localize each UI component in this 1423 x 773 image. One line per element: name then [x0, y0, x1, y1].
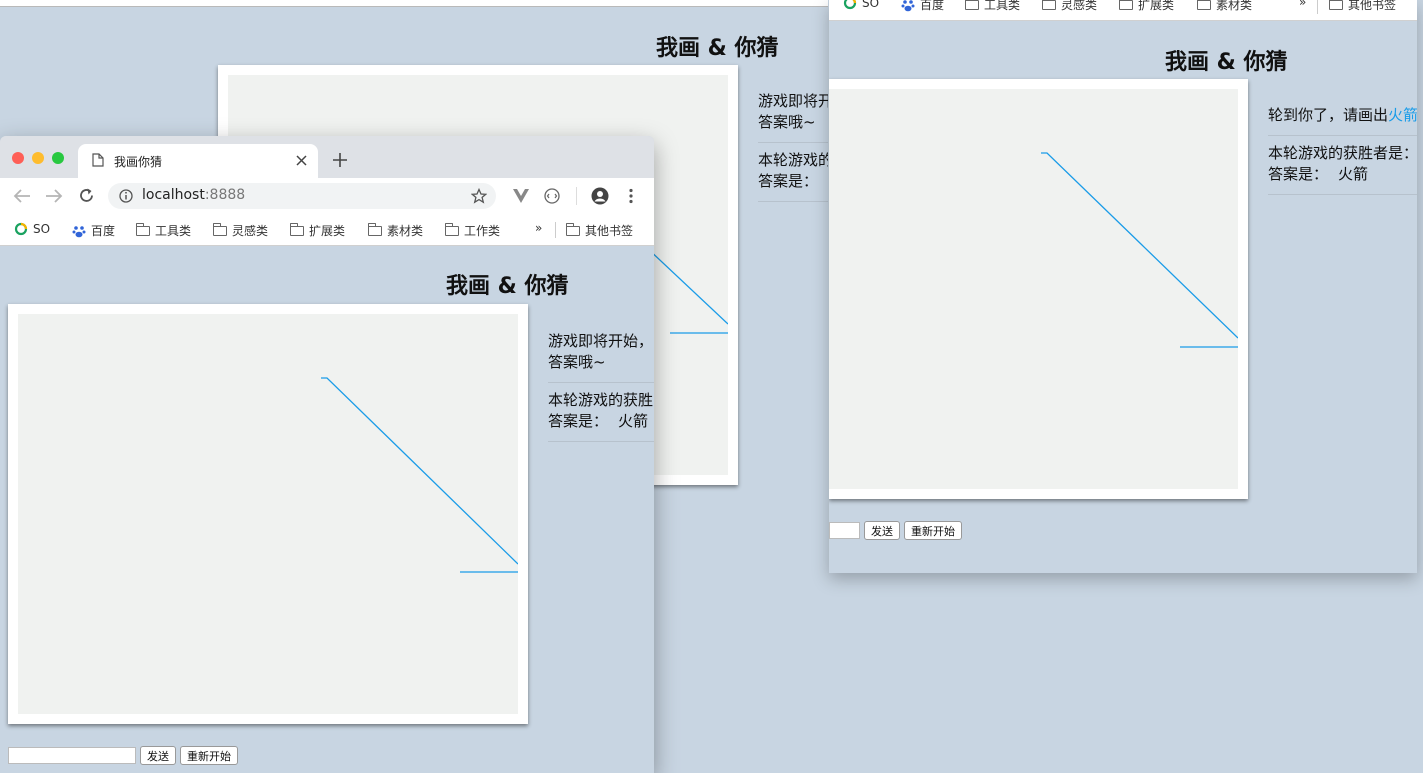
- baidu-paw-icon: [72, 225, 86, 237]
- folder-icon: [1329, 0, 1343, 10]
- answer-value: 火箭: [618, 412, 649, 430]
- forward-arrow-icon[interactable]: [45, 188, 63, 204]
- right-bookmarks-bar: SO 百度 工具类 灵感类 扩展类 素材类 » 其他书签: [829, 0, 1417, 21]
- folder-icon: [1119, 0, 1133, 10]
- canvas-surface[interactable]: [18, 314, 518, 714]
- right-restart-button[interactable]: 重新开始: [904, 521, 962, 540]
- right-message-list: 轮到你了，请画出火箭 本轮游戏的获胜者是： 答案是： 火箭: [1268, 98, 1417, 195]
- guess-controls: 发送 重新开始: [8, 746, 238, 765]
- bookmark-baidu[interactable]: 百度: [72, 222, 115, 239]
- toolbar-divider: [576, 187, 577, 205]
- folder-icon: [136, 222, 150, 236]
- right-bookmark-tools[interactable]: 工具类: [965, 0, 1020, 13]
- bookmarks-bar: SO 百度 工具类 灵感类 扩展类 素材类 工作类 » 其他书签: [0, 214, 654, 246]
- right-drawn-stroke: [1041, 152, 1238, 339]
- folder-icon: [445, 222, 459, 236]
- folder-icon: [213, 222, 227, 236]
- folder-icon: [290, 222, 304, 236]
- back-message-item: 本轮游戏的 答案是：: [758, 143, 828, 202]
- star-icon[interactable]: [471, 188, 487, 204]
- right-send-button[interactable]: 发送: [864, 521, 900, 540]
- browser-toolbar: localhost:8888: [0, 178, 654, 214]
- close-tab-icon[interactable]: [296, 155, 307, 166]
- drawn-stroke: [321, 377, 518, 565]
- restart-button[interactable]: 重新开始: [180, 746, 238, 765]
- right-controls: 发送 重新开始: [829, 521, 962, 540]
- right-bookmark-extensions[interactable]: 扩展类: [1119, 0, 1174, 13]
- menu-kebab-icon[interactable]: [629, 188, 633, 204]
- back-game-title: 我画 & 你猜: [656, 36, 779, 61]
- folder-icon: [965, 0, 979, 10]
- right-message-item: 本轮游戏的获胜者是： 答案是： 火箭: [1268, 136, 1417, 195]
- bookmark-materials[interactable]: 素材类: [368, 222, 423, 239]
- right-bookmarks-overflow-button[interactable]: »: [1299, 0, 1306, 9]
- right-bookmark-baidu[interactable]: 百度: [901, 0, 944, 13]
- new-tab-icon[interactable]: [333, 153, 347, 167]
- so-icon: [843, 0, 857, 10]
- bookmarks-divider: [555, 222, 556, 238]
- game-title: 我画 & 你猜: [446, 274, 569, 299]
- front-browser-window: 我画你猜 localhost:8888 SO 百度 工具类 灵感类 扩展类 素材…: [0, 136, 654, 773]
- tab-strip: 我画你猜: [0, 136, 654, 178]
- right-game-title: 我画 & 你猜: [1165, 50, 1288, 75]
- bookmark-other[interactable]: 其他书签: [566, 222, 633, 239]
- prompt-word: 火箭: [1388, 106, 1417, 124]
- profile-avatar-icon[interactable]: [591, 187, 609, 205]
- right-guess-input[interactable]: [829, 522, 860, 539]
- address-bar[interactable]: localhost:8888: [108, 183, 496, 209]
- right-canvas-surface[interactable]: [829, 89, 1238, 489]
- message-list: 游戏即将开始， 答案哦~ 本轮游戏的获胜 答案是： 火箭: [548, 324, 654, 442]
- extension-icon[interactable]: [544, 188, 560, 204]
- back-message-list: 游戏即将开 答案哦~ 本轮游戏的 答案是：: [758, 84, 828, 202]
- message-item: 本轮游戏的获胜 答案是： 火箭: [548, 383, 654, 442]
- info-icon: [119, 189, 133, 203]
- back-message-item: 游戏即将开 答案哦~: [758, 84, 828, 143]
- answer-value: 火箭: [1338, 165, 1369, 183]
- baidu-paw-icon: [901, 0, 915, 11]
- right-bookmark-materials[interactable]: 素材类: [1197, 0, 1252, 13]
- so-icon: [14, 222, 28, 236]
- message-item: 游戏即将开始， 答案哦~: [548, 324, 654, 383]
- bookmark-extensions[interactable]: 扩展类: [290, 222, 345, 239]
- right-bookmark-so[interactable]: SO: [843, 0, 879, 10]
- folder-icon: [368, 222, 382, 236]
- right-bookmark-other[interactable]: 其他书签: [1329, 0, 1396, 13]
- bookmarks-overflow-button[interactable]: »: [535, 221, 542, 235]
- bookmark-work[interactable]: 工作类: [445, 222, 500, 239]
- maximize-window-button[interactable]: [52, 152, 64, 164]
- close-window-button[interactable]: [12, 152, 24, 164]
- right-message-item: 轮到你了，请画出火箭: [1268, 98, 1417, 136]
- page-icon: [92, 153, 104, 167]
- right-browser-window: SO 百度 工具类 灵感类 扩展类 素材类 » 其他书签 我画 & 你猜 轮到你…: [829, 0, 1417, 573]
- folder-icon: [1197, 0, 1211, 10]
- folder-icon: [566, 222, 580, 236]
- bookmark-inspiration[interactable]: 灵感类: [213, 222, 268, 239]
- guess-input[interactable]: [8, 747, 136, 764]
- tab-active[interactable]: 我画你猜: [78, 144, 318, 178]
- drawing-canvas[interactable]: [8, 304, 528, 724]
- vue-devtools-icon[interactable]: [513, 189, 529, 203]
- url-text: localhost:8888: [142, 187, 246, 203]
- right-bookmarks-divider: [1317, 0, 1318, 14]
- bookmark-so[interactable]: SO: [14, 222, 50, 236]
- back-window-top-edge: [0, 0, 828, 7]
- right-bookmark-inspiration[interactable]: 灵感类: [1042, 0, 1097, 13]
- back-arrow-icon[interactable]: [13, 188, 31, 204]
- send-button[interactable]: 发送: [140, 746, 176, 765]
- right-drawing-canvas[interactable]: [829, 79, 1248, 499]
- reload-icon[interactable]: [78, 187, 95, 204]
- bookmark-tools[interactable]: 工具类: [136, 222, 191, 239]
- minimize-window-button[interactable]: [32, 152, 44, 164]
- folder-icon: [1042, 0, 1056, 10]
